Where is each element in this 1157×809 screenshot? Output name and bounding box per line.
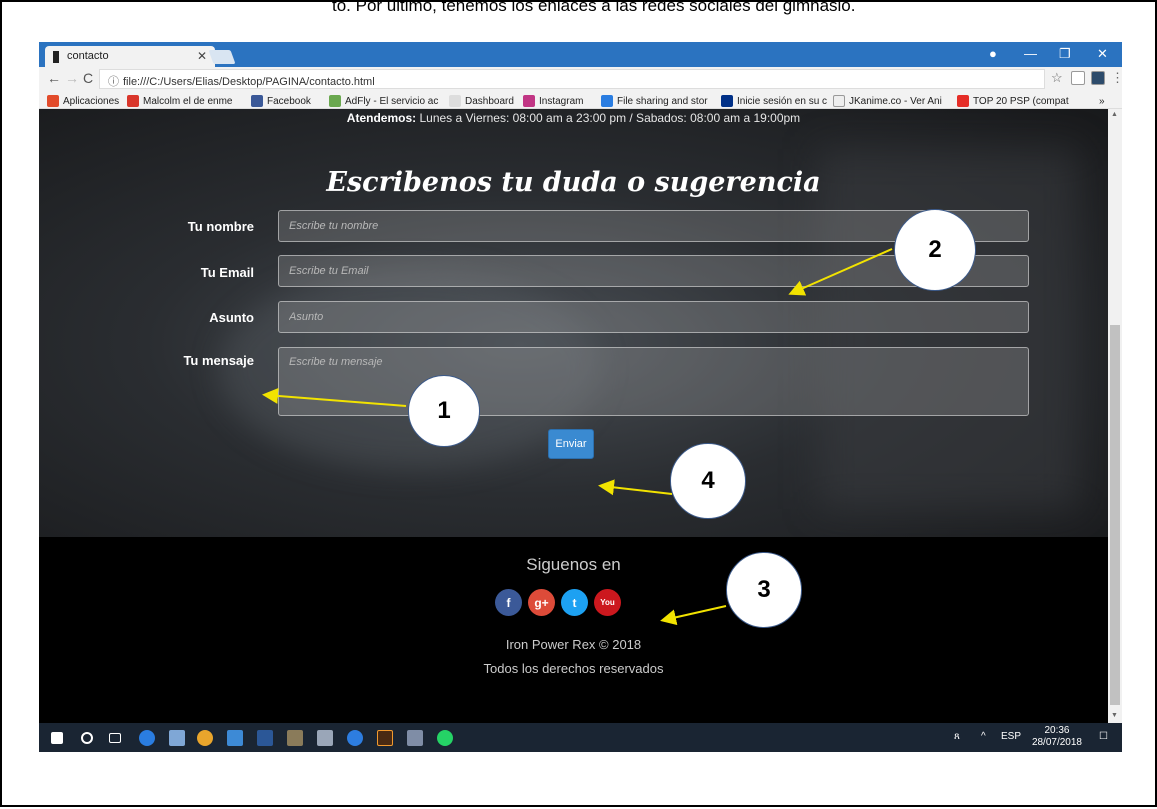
tab-title: contacto	[67, 50, 109, 62]
language-indicator[interactable]: ESP	[1001, 731, 1021, 742]
app-icon[interactable]	[317, 730, 333, 746]
bookmark-item[interactable]: Dashboard	[449, 94, 514, 108]
page-icon	[449, 95, 461, 107]
apps-icon	[47, 95, 59, 107]
close-window-icon[interactable]: ✕	[1097, 46, 1108, 62]
document-text: to. Por último, tenemos los enlaces a la…	[332, 0, 856, 15]
facebook-icon[interactable]: f	[495, 589, 522, 616]
word-icon[interactable]	[257, 730, 273, 746]
facebook-icon	[251, 95, 263, 107]
callout-1: 1	[408, 375, 480, 447]
maximize-icon[interactable]: ❐	[1059, 46, 1071, 62]
youtube-icon	[957, 95, 969, 107]
page-favicon-icon	[53, 51, 59, 63]
reload-icon[interactable]: C	[83, 70, 93, 86]
scroll-up-icon[interactable]: ▲	[1111, 111, 1118, 118]
page-scrollbar[interactable]: ▲ ▼	[1108, 109, 1122, 723]
more-bookmarks[interactable]: »	[1099, 94, 1105, 108]
minimize-icon[interactable]: —	[1024, 46, 1037, 61]
bookmark-item[interactable]: Malcolm el de enme	[127, 94, 232, 108]
bookmark-item[interactable]: Facebook	[251, 94, 311, 108]
send-button[interactable]: Enviar	[548, 429, 594, 459]
windows-start-icon[interactable]	[51, 732, 63, 744]
page-content: Atendemos: Lunes a Viernes: 08:00 am a 2…	[39, 109, 1108, 723]
message-textarea[interactable]	[278, 347, 1029, 416]
bookmark-star-icon[interactable]: ☆	[1051, 70, 1063, 86]
page-icon	[833, 95, 845, 107]
bookmarks-bar: Aplicaciones Malcolm el de enme Facebook…	[39, 91, 1122, 109]
bookmark-item[interactable]: Instagram	[523, 94, 583, 108]
share-icon	[601, 95, 613, 107]
url-input[interactable]: ⓘ file:///C:/Users/Elias/Desktop/PAGINA/c…	[99, 69, 1045, 89]
google-plus-icon[interactable]: g+	[528, 589, 555, 616]
bookmark-item[interactable]: Aplicaciones	[47, 94, 119, 108]
bookmark-item[interactable]: AdFly - El servicio ac	[329, 94, 438, 108]
extension-g-icon[interactable]	[1071, 71, 1085, 85]
url-text: file:///C:/Users/Elias/Desktop/PAGINA/co…	[123, 76, 375, 88]
bookmark-item[interactable]: TOP 20 PSP (compat	[957, 94, 1069, 108]
info-icon: ⓘ	[108, 76, 119, 88]
k-icon	[127, 95, 139, 107]
chrome-icon[interactable]	[197, 730, 213, 746]
instagram-icon	[523, 95, 535, 107]
callout-4: 4	[670, 443, 746, 519]
message-label: Tu mensaje	[183, 353, 254, 368]
file-explorer-icon[interactable]	[227, 730, 243, 746]
footer: Siguenos en f g+ t You Iron Power Rex © …	[39, 537, 1108, 723]
document-frame: to. Por último, tenemos los enlaces a la…	[0, 0, 1157, 807]
illustrator-icon[interactable]	[377, 730, 393, 746]
address-bar-row: ← → C ⓘ file:///C:/Users/Elias/Desktop/PA…	[39, 67, 1122, 91]
bookmark-item[interactable]: Inicie sesión en su c	[721, 94, 827, 108]
edge-icon[interactable]	[139, 730, 155, 746]
adfly-icon	[329, 95, 341, 107]
follow-heading: Siguenos en	[526, 555, 621, 574]
whatsapp-icon[interactable]	[437, 730, 453, 746]
bookmark-item[interactable]: File sharing and stor	[601, 94, 708, 108]
title-bar: contacto ✕ ● — ❐ ✕	[39, 42, 1122, 67]
rights-text: Todos los derechos reservados	[483, 661, 664, 676]
extension-icon[interactable]	[1091, 71, 1105, 85]
browser-tab[interactable]: contacto ✕	[45, 46, 215, 67]
scroll-thumb[interactable]	[1110, 325, 1120, 705]
tab-close-icon[interactable]: ✕	[197, 49, 207, 63]
hours-text: Atendemos: Lunes a Viernes: 08:00 am a 2…	[346, 111, 801, 125]
email-label: Tu Email	[200, 265, 254, 280]
clock[interactable]: 20:36 28/07/2018	[1032, 725, 1082, 749]
app-icon[interactable]	[169, 730, 185, 746]
contact-hero: Atendemos: Lunes a Viernes: 08:00 am a 2…	[39, 109, 1108, 537]
copyright-text: Iron Power Rex © 2018	[505, 637, 642, 652]
subject-input[interactable]	[278, 301, 1029, 333]
app-icon[interactable]	[407, 730, 423, 746]
menu-dots-icon[interactable]: ⋮	[1111, 70, 1122, 86]
browser-window: contacto ✕ ● — ❐ ✕ ← → C ⓘ file:///C:/Use…	[39, 42, 1122, 752]
profile-icon[interactable]: ●	[989, 46, 997, 61]
app-icon[interactable]	[287, 730, 303, 746]
messenger-icon[interactable]	[347, 730, 363, 746]
clock-date: 28/07/2018	[1031, 737, 1082, 748]
youtube-icon[interactable]: You	[594, 589, 621, 616]
twitter-icon[interactable]: t	[561, 589, 588, 616]
task-view-icon[interactable]	[109, 733, 121, 743]
notifications-icon[interactable]: ☐	[1099, 731, 1108, 742]
name-label: Tu nombre	[187, 219, 254, 234]
social-links: f g+ t You	[495, 589, 621, 616]
scroll-down-icon[interactable]: ▼	[1111, 712, 1118, 719]
new-tab-button[interactable]	[208, 50, 236, 64]
callout-2: 2	[894, 209, 976, 291]
people-icon[interactable]: ጸ	[954, 731, 960, 742]
back-icon[interactable]: ←	[47, 70, 61, 86]
paypal-icon	[721, 95, 733, 107]
clock-time: 20:36	[1044, 725, 1070, 736]
subject-label: Asunto	[209, 310, 254, 325]
windows-taskbar: ጸ ^ ESP 20:36 28/07/2018 ☐	[39, 723, 1122, 752]
forward-icon[interactable]: →	[65, 70, 79, 86]
form-title: Escribenos tu duda o sugerencia	[326, 167, 821, 198]
callout-3: 3	[726, 552, 802, 628]
search-icon[interactable]	[81, 732, 93, 744]
tray-expand-icon[interactable]: ^	[981, 731, 986, 742]
bookmark-item[interactable]: JKanime.co - Ver Ani	[833, 94, 942, 108]
